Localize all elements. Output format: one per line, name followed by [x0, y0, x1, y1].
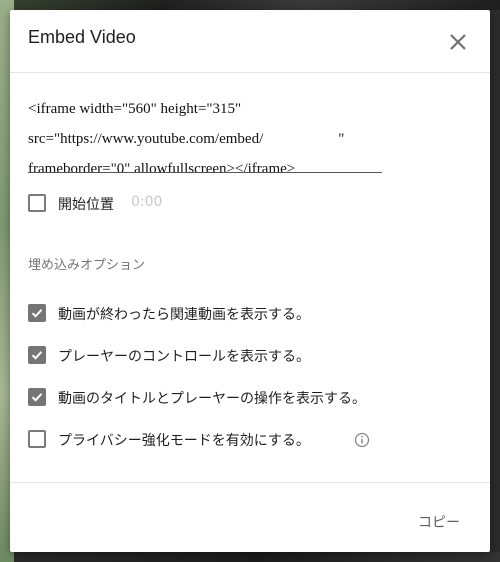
embed-video-dialog: Embed Video <iframe width="560" height="… [10, 10, 490, 552]
header-divider [10, 72, 490, 73]
dialog-title: Embed Video [28, 27, 136, 47]
embed-code-underline [28, 172, 382, 173]
privacy-enhanced-mode-checkbox[interactable] [28, 430, 46, 448]
checkmark-icon [31, 393, 43, 402]
embed-options-heading: 埋め込みオプション [28, 258, 146, 273]
embed-code-line: frameborder="0" allowfullscreen></iframe… [28, 161, 296, 177]
show-related-videos-checkbox[interactable] [28, 304, 46, 322]
show-title-actions-checkbox[interactable] [28, 388, 46, 406]
close-icon [450, 34, 466, 50]
close-button[interactable] [444, 28, 472, 56]
embed-code-line: src="https://www.youtube.com/embed/ " [28, 131, 345, 147]
background-top-edge [14, 0, 500, 10]
start-position-checkbox[interactable] [28, 194, 46, 212]
footer-divider [10, 482, 490, 483]
start-position-label: 開始位置 [58, 197, 114, 213]
checkmark-icon [31, 309, 43, 318]
start-time-input[interactable]: 0:00 [131, 194, 162, 210]
show-related-videos-label: 動画が終わったら関連動画を表示する。 [58, 307, 310, 323]
background-bottom-edge [14, 552, 500, 562]
embed-code-line: <iframe width="560" height="315" [28, 101, 242, 117]
show-player-controls-label: プレーヤーのコントロールを表示する。 [58, 349, 310, 365]
checkmark-icon [31, 351, 43, 360]
copy-button[interactable]: コピー [414, 510, 464, 534]
show-title-actions-label: 動画のタイトルとプレーヤーの操作を表示する。 [58, 391, 366, 407]
privacy-enhanced-mode-label: プライバシー強化モードを有効にする。 [58, 433, 310, 449]
show-player-controls-checkbox[interactable] [28, 346, 46, 364]
embed-code-field[interactable]: <iframe width="560" height="315" src="ht… [28, 94, 382, 184]
info-icon[interactable] [354, 432, 370, 448]
